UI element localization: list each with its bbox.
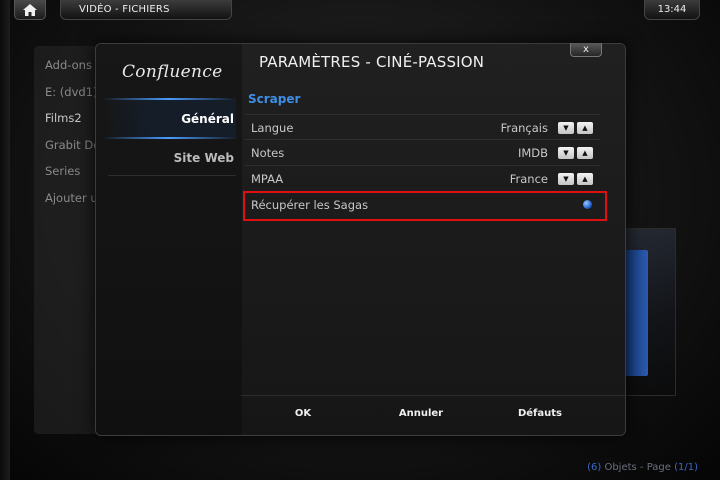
focus-highlight <box>243 191 607 221</box>
sidebar-item-label: Général <box>181 112 234 126</box>
setting-language[interactable]: Langue Français ▼ ▲ <box>245 114 600 140</box>
spin-up-icon[interactable]: ▲ <box>577 173 593 185</box>
spin-down-icon[interactable]: ▼ <box>558 122 574 134</box>
top-bar: VIDÉO - FICHIERS 13:44 <box>0 0 720 22</box>
breadcrumb: VIDÉO - FICHIERS <box>60 0 232 20</box>
close-icon: x <box>583 44 589 55</box>
section-heading: Scraper <box>248 92 301 106</box>
spin-up-icon[interactable]: ▲ <box>577 122 593 134</box>
list-item[interactable]: Add-ons <box>45 58 100 85</box>
sidebar-item-site-web[interactable]: Site Web <box>102 144 236 184</box>
sidebar-item-label: Site Web <box>173 151 234 165</box>
list-item[interactable]: E: (dvd1) <box>45 85 100 112</box>
dialog-title: PARAMÈTRES - CINÉ-PASSION <box>259 53 485 71</box>
spin-down-icon[interactable]: ▼ <box>558 147 574 159</box>
setting-label: MPAA <box>251 172 284 186</box>
clock: 13:44 <box>644 0 700 20</box>
setting-label: Langue <box>251 121 294 135</box>
cancel-button[interactable]: Annuler <box>381 408 461 419</box>
ok-button[interactable]: OK <box>263 408 343 419</box>
setting-mpaa[interactable]: MPAA France ▼ ▲ <box>245 166 600 192</box>
list-item[interactable]: Series <box>45 164 100 191</box>
spin-up-icon[interactable]: ▲ <box>577 147 593 159</box>
page-number: (1/1) <box>674 462 698 473</box>
dialog-sidebar: Confluence Général Site Web <box>96 44 242 435</box>
page-status: (6) Objets - Page (1/1) <box>587 462 698 473</box>
list-item[interactable]: Ajouter u <box>45 191 100 218</box>
sidebar-divider <box>108 175 236 176</box>
page-status-label: Objets - Page <box>601 462 675 473</box>
setting-label: Notes <box>251 146 285 160</box>
background-edge <box>0 0 10 480</box>
close-button[interactable]: x <box>570 43 602 57</box>
setting-ratings[interactable]: Notes IMDB ▼ ▲ <box>245 140 600 166</box>
sidebar-item-general[interactable]: Général <box>102 98 236 139</box>
background-file-list: Add-ons E: (dvd1) Films2 Grabit Do Serie… <box>45 58 100 217</box>
setting-value: Français <box>500 121 548 135</box>
list-item[interactable]: Films2 <box>45 111 100 138</box>
home-icon <box>23 3 37 16</box>
skin-logo: Confluence <box>122 62 223 82</box>
defaults-button[interactable]: Défauts <box>500 408 580 419</box>
item-count: (6) <box>587 462 602 473</box>
setting-value: France <box>509 172 548 186</box>
settings-dialog: Confluence Général Site Web <box>95 43 626 436</box>
button-divider <box>241 395 626 396</box>
background-poster-cover <box>624 250 648 376</box>
home-button[interactable] <box>14 0 46 20</box>
spin-down-icon[interactable]: ▼ <box>558 173 574 185</box>
setting-value: IMDB <box>517 146 548 160</box>
list-item[interactable]: Grabit Do <box>45 138 100 165</box>
